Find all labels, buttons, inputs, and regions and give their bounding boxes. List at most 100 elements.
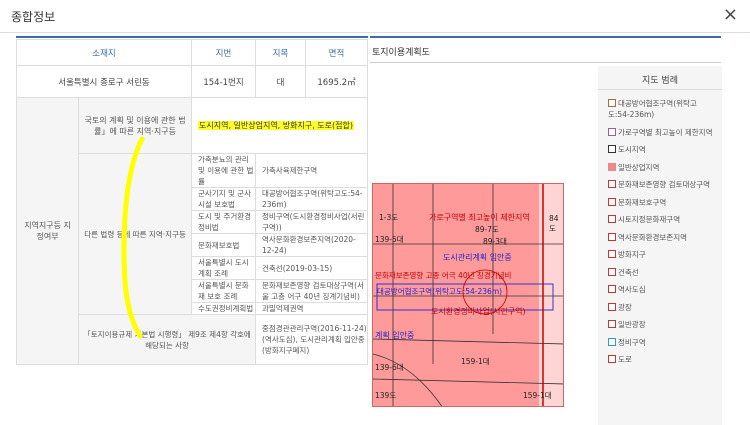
- sub-law: 가축분뇨의 관리 및 이용에 관한 법률: [191, 153, 256, 188]
- national-law-value: 도시지역, 일반상업지역, 방화지구, 도로(접합): [191, 97, 368, 154]
- sub-value: 건축선(2019-03-15): [255, 256, 368, 280]
- legend-title: 지도 범례: [598, 66, 722, 90]
- legend-item: 문화재보호구역: [608, 197, 718, 208]
- map-label: 89-7도: [475, 225, 499, 234]
- header-area: 면적: [305, 39, 368, 66]
- legend-item: 가로구역별 최고높이 제한지역: [608, 127, 718, 138]
- area-cell: 1695.2㎡: [305, 65, 368, 98]
- map-label: 89-3대: [483, 237, 507, 246]
- map-label: 139-6대: [375, 363, 404, 372]
- map-title: 토지이용계획도: [370, 41, 721, 63]
- map-label: 139도: [375, 391, 397, 400]
- sub-law: 수도권정비계획법: [191, 302, 256, 315]
- dialog-title: 종합정보: [11, 10, 56, 24]
- lot-cell: 154-1번지: [191, 65, 256, 98]
- table-header-row: 소재지 지번 지목 면적: [16, 39, 368, 66]
- legend-swatch: [608, 99, 616, 107]
- legend-item-label: 시토지정문화재구역: [618, 215, 681, 224]
- legend-swatch: [608, 302, 616, 311]
- sub-value: 정비구역(도시환경정비사업(서린구역)): [255, 210, 368, 234]
- legend-item: 방화지구: [608, 249, 718, 260]
- sub-law: 도시 및 주거환경정비법: [191, 210, 256, 234]
- map-label: 1-3도: [379, 213, 399, 222]
- map-label: 문화재보존영향 고종 어극 40년 칭경기념비: [375, 271, 512, 280]
- header-category: 지목: [255, 39, 306, 66]
- legend-item: 광장: [608, 302, 718, 313]
- zone-label: 지역지구등 지정여부: [16, 97, 80, 365]
- legend-item-label: 도시지역: [618, 145, 646, 154]
- legend-item-label: 역사문화환경보존지역: [618, 232, 687, 242]
- legend-item-label: 가로구역별 최고높이 제한지역: [618, 127, 713, 137]
- legend-item: 문화재보존영향 검토대상구역: [608, 179, 718, 190]
- map-label: 139-5대: [375, 235, 404, 244]
- sub-value: 대공방어협조구역(위탁고도:54-236m): [255, 187, 368, 211]
- legend-item: 시토지정문화재구역: [608, 214, 718, 225]
- dialog-content: 소재지 지번 지목 면적 서울특별시 종로구 서린동 154-1번지 대 169…: [16, 33, 734, 425]
- legend-swatch: [608, 215, 616, 223]
- legend-item-label: 일반광장: [618, 320, 646, 329]
- map-label: 159-1대: [523, 391, 552, 400]
- legend-items: 대공방어협조구역(위탁고도:54-236m) 가로구역별 최고높이 제한지역도시지…: [598, 90, 722, 365]
- sub-law: 서울특별시 문화재 보호 조례: [191, 279, 256, 303]
- legend-item-label: 도로: [618, 355, 632, 364]
- sub-value: 문화재보존영향 검토대상구역(서울 고층 어구 40년 징계기념비): [255, 279, 368, 303]
- map-legend: 지도 범례 대공방어협조구역(위탁고도:54-236m) 가로구역별 최고높이 제…: [598, 66, 722, 425]
- map-label: 대공방어협조구역(위탁고도:54-236m): [377, 287, 503, 296]
- legend-swatch: [608, 285, 616, 293]
- dialog-titlebar: 종합정보 ×: [0, 0, 750, 33]
- legend-swatch: [608, 197, 616, 206]
- header-address: 소재지: [16, 39, 192, 66]
- legend-item: 도로: [608, 354, 718, 365]
- sub-law: 군사기지 및 군사시설 보호법: [191, 187, 256, 211]
- sub-law: 서울특별시 도시계획 조례: [191, 256, 256, 280]
- legend-item-label: 대공방어협조구역(위탁고도:54-236m): [608, 99, 697, 119]
- sub-value: 가축사육제한구역: [255, 153, 368, 188]
- legend-item: 일반상업지역: [608, 162, 718, 173]
- map-label: 84도: [549, 214, 559, 233]
- bottom-value: 중점경관관리구역(2016-11-24)(역사도심), 도시관리계획 입안중(방…: [255, 314, 368, 365]
- legend-swatch: [608, 145, 616, 153]
- legend-item-label: 일반상업지역: [618, 162, 660, 172]
- map-label: 159-1대: [461, 357, 490, 366]
- legend-swatch: [608, 250, 616, 258]
- legend-item-label: 광장: [618, 302, 632, 312]
- legend-item: 대공방어협조구역(위탁고도:54-236m): [608, 98, 718, 120]
- legend-swatch: [608, 355, 616, 363]
- land-use-map[interactable]: 1-3도 가로구역별 최고높이 제한지역 89-7도 84도 139-5대 89…: [372, 183, 564, 407]
- sub-value: 과밀억제권역: [255, 302, 368, 315]
- legend-item: 역사문화환경보존지역: [608, 232, 718, 243]
- national-law-highlight: 도시지역, 일반상업지역, 방화지구, 도로(접합): [198, 121, 354, 130]
- legend-item-label: 방화지구: [618, 250, 646, 259]
- map-label: 도시관리계획 입안중: [443, 253, 512, 262]
- legend-swatch: [608, 127, 616, 136]
- legend-item: 건축선: [608, 267, 718, 278]
- table-row: 서울특별시 종로구 서린동 154-1번지 대 1695.2㎡: [16, 65, 368, 98]
- legend-swatch: [608, 162, 616, 171]
- legend-swatch: [608, 232, 616, 241]
- close-icon[interactable]: ×: [723, 4, 738, 25]
- legend-item-label: 문화재보호구역: [618, 197, 667, 207]
- sub-value: 역사문화환경보존지역(2020-12-24): [255, 233, 368, 257]
- land-info-table: 소재지 지번 지목 면적 서울특별시 종로구 서린동 154-1번지 대 169…: [16, 39, 368, 365]
- legend-item-label: 건축선: [618, 267, 639, 277]
- legend-swatch: [608, 320, 616, 328]
- map-label: 도시환경정비사업(서린구역): [431, 307, 526, 316]
- category-cell: 대: [255, 65, 306, 98]
- sub-law: 문화재보호법: [191, 233, 256, 257]
- legend-item-label: 역사도심: [618, 285, 646, 294]
- table-row: 지역지구등 지정여부 국토의 계획 및 이용에 관한 법률」에 따른 지역·지구…: [16, 97, 368, 365]
- legend-swatch: [608, 337, 616, 346]
- map-label: 가로구역별 최고높이 제한지역: [429, 213, 530, 222]
- legend-item-label: 정비구역: [618, 337, 646, 347]
- legend-item: 역사도심: [608, 284, 718, 295]
- legend-swatch: [608, 180, 616, 188]
- map-top-strip: [370, 36, 721, 38]
- highlighter-bracket: [121, 136, 145, 339]
- legend-swatch: [608, 267, 616, 276]
- legend-item-label: 문화재보존영향 검토대상구역: [618, 180, 711, 189]
- table-top-strip: [16, 36, 368, 38]
- legend-item: 정비구역: [608, 337, 718, 348]
- address-cell: 서울특별시 종로구 서린동: [16, 65, 192, 98]
- bottom-label: 「토지이용규제 기본법 시행령」 제9조 제4항 각호에 해당되는 사항: [78, 314, 256, 365]
- legend-item: 도시지역: [608, 144, 718, 155]
